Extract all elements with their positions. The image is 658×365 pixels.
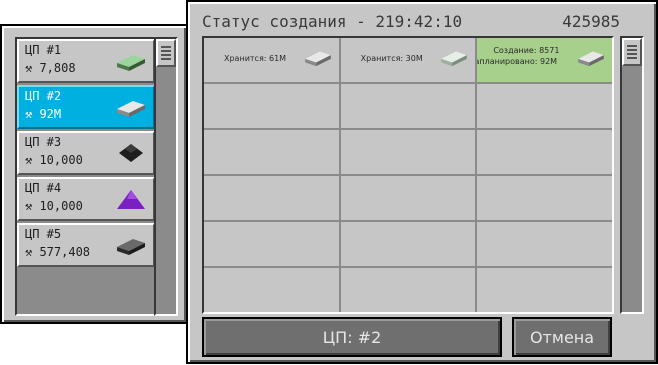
cpu-name: ЦП #3 [25,135,62,149]
coal-icon [119,144,143,162]
cpu-item-3[interactable]: ЦП #3 ⚒ 10,000 [17,131,155,175]
page-title: Статус создания - 219:42:10 [202,12,463,31]
grid-cell-empty [477,176,612,220]
grid-scrollbar[interactable] [620,36,644,314]
grid-cell-empty [204,130,339,174]
grid-cell-empty [340,130,476,174]
grid-cell[interactable]: Хранится: 30M [340,38,476,82]
grid-cell-empty [340,176,476,220]
cpu-item-1[interactable]: ЦП #1 ⚒ 7,808 [17,39,155,83]
cpu-list-panel: ЦП #1 ⚒ 7,808 ЦП #2 ⚒ 92M ЦП #3 ⚒ 10,000 [0,24,188,324]
grid-cell-empty [340,222,476,266]
cpu-list: ЦП #1 ⚒ 7,808 ЦП #2 ⚒ 92M ЦП #3 ⚒ 10,000 [15,37,157,316]
grid-cell-empty [204,84,339,128]
cpu-item-2[interactable]: ЦП #2 ⚒ 92M [17,85,155,129]
crafting-grid: Хранится: 61M Хранится: 30M Создание: 85… [202,36,614,314]
cpu-name: ЦП #5 [25,227,62,241]
cpu-item-4[interactable]: ЦП #4 ⚒ 10,000 [17,177,155,221]
pale-ingot-icon [441,51,468,67]
cpu-name: ЦП #1 [25,43,62,57]
scheduled-label: Запланировано: 92M [477,57,558,66]
grid-cell-empty [477,130,612,174]
cpu-name: ЦП #4 [25,181,62,195]
grid-cell-empty [340,268,476,312]
stored-label: Хранится: 30M [360,54,423,63]
cpu-storage-value: ⚒ 10,000 [25,153,83,167]
grid-cell-empty [477,84,612,128]
grid-cell-empty [204,176,339,220]
grid-cell-crafting[interactable]: Создание: 8571 Запланировано: 92M [477,38,612,82]
crafting-counter: 425985 [562,12,620,31]
grid-cell-empty [340,84,476,128]
cpu-name: ЦП #2 [25,89,62,103]
iron-ingot-icon [578,51,604,67]
purple-dust-icon [117,190,145,209]
scroll-thumb[interactable] [156,39,176,67]
cpu-select-button[interactable]: ЦП: #2 [202,317,502,357]
grid-cell[interactable]: Хранится: 61M [204,38,339,82]
crafting-status-panel: Статус создания - 219:42:10 425985 Храни… [186,0,658,364]
grid-cell-empty [477,222,612,266]
cpu-storage-value: ⚒ 10,000 [25,199,83,213]
stored-label: Хранится: 61M [224,54,287,63]
cpu-storage-value: ⚒ 577,408 [25,245,91,259]
crafting-label: Создание: 8571 [493,46,560,55]
dark-ingot-icon [117,239,145,255]
cpu-storage-value: ⚒ 92M [25,107,62,121]
cpu-item-5[interactable]: ЦП #5 ⚒ 577,408 [17,223,155,267]
green-ingot-icon [117,55,145,71]
grid-cell-empty [204,268,339,312]
grid-cell-empty [477,268,612,312]
cpu-list-scrollbar[interactable] [154,37,178,316]
cpu-storage-value: ⚒ 7,808 [25,61,76,75]
grid-cell-empty [204,222,339,266]
iron-ingot-icon [304,51,331,67]
cancel-button[interactable]: Отмена [512,317,612,357]
iron-ingot-icon [117,101,145,117]
scroll-thumb[interactable] [622,38,642,66]
